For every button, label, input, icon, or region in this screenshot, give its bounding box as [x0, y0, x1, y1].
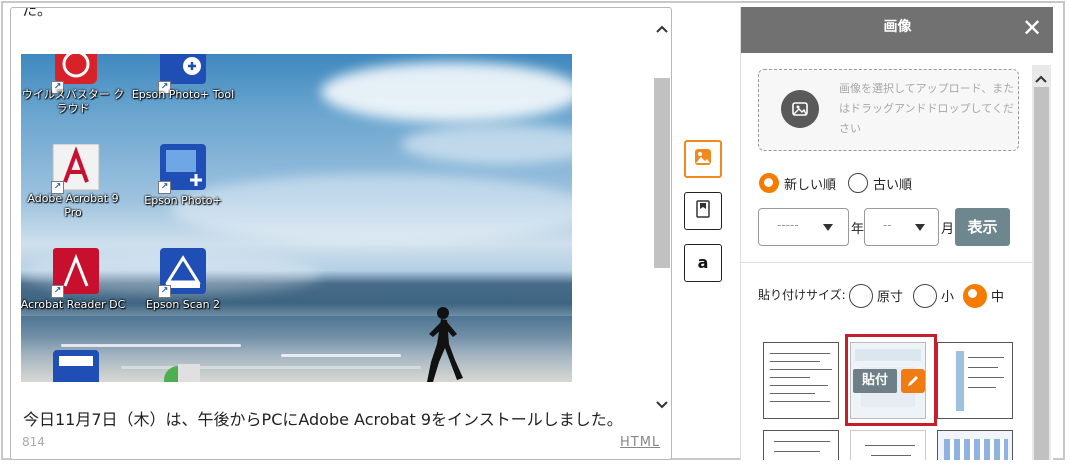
- paste-size-label: 貼り付けサイズ:: [758, 288, 846, 302]
- year-suffix: 年: [851, 222, 865, 237]
- upload-dropzone[interactable]: 画像を選択してアップロード、またはドラッグアンドドロップしてください: [758, 69, 1019, 151]
- acrobat-reader-icon: ↗: [51, 248, 101, 298]
- desktop-icon-label: Epson Photo+: [144, 194, 222, 207]
- sort-newest-label: 新しい順: [784, 178, 837, 193]
- image-thumbnail[interactable]: [850, 430, 926, 460]
- sort-oldest-label: 古い順: [873, 178, 913, 193]
- character-count: 814: [22, 435, 45, 449]
- year-select[interactable]: -----: [758, 208, 849, 246]
- close-icon[interactable]: ✕: [1018, 13, 1046, 43]
- image-upload-icon: [781, 90, 819, 128]
- scroll-up-icon[interactable]: [1034, 69, 1048, 88]
- chevron-down-icon: [915, 224, 925, 231]
- amazon-tool-button[interactable]: a: [684, 244, 722, 282]
- runner-silhouette: [427, 307, 463, 382]
- image-thumbnail[interactable]: [763, 342, 839, 419]
- paste-size-original-label: 原寸: [877, 290, 904, 305]
- paste-size-medium-label: 中: [991, 290, 1005, 305]
- epson-photo-icon: ↗: [158, 144, 208, 194]
- inserted-screenshot-image: ↗ ウイルスバスター クラウド ↗ Epson Photo+ Tool ↗ Ad…: [21, 54, 572, 382]
- epson-scan-icon: ↗: [158, 248, 208, 298]
- chevron-down-icon: [823, 224, 833, 231]
- sort-oldest-radio[interactable]: [848, 173, 868, 193]
- paste-size-original-radio[interactable]: [849, 284, 873, 308]
- paste-size-small-label: 小: [941, 290, 955, 305]
- desktop-icon-label: Acrobat Reader DC: [21, 298, 126, 311]
- scroll-up-icon[interactable]: [652, 22, 671, 38]
- html-mode-link[interactable]: HTML: [620, 435, 660, 450]
- desktop-icon-label: ウイルスバスター クラウド: [21, 88, 125, 115]
- image-icon: [694, 148, 712, 170]
- app-icon-partial: [158, 360, 208, 382]
- month-select[interactable]: --: [864, 208, 939, 246]
- paste-size-medium-radio[interactable]: [963, 284, 987, 308]
- panel-title: 画像: [883, 19, 912, 35]
- image-thumbnail[interactable]: [937, 342, 1013, 419]
- upload-instruction: 画像を選択してアップロード、またはドラッグアンドドロップしてください: [839, 82, 1015, 135]
- amazon-icon: a: [697, 253, 709, 272]
- image-thumbnail[interactable]: [763, 430, 839, 460]
- desktop-icon-label: Epson Scan 2: [145, 298, 221, 311]
- desktop-icon-label: Epson Photo+ Tool: [131, 88, 235, 101]
- panel-scrollbar-thumb[interactable]: [1034, 87, 1049, 460]
- show-button[interactable]: 表示: [955, 208, 1010, 246]
- desktop-icon-label: Adobe Acrobat 9 Pro: [27, 192, 119, 219]
- image-tool-button[interactable]: [684, 140, 722, 178]
- pencil-edit-icon[interactable]: [901, 369, 925, 393]
- paste-button[interactable]: 貼付: [853, 369, 897, 393]
- month-suffix: 月: [941, 222, 955, 237]
- adobe-acrobat-icon: ↗: [51, 143, 101, 194]
- bookmark-tool-button[interactable]: [684, 192, 722, 230]
- editor-cut-text: た。: [22, 7, 53, 19]
- scroll-down-icon[interactable]: [652, 398, 671, 414]
- editor-scrollbar-thumb[interactable]: [654, 78, 670, 268]
- bookmark-icon: [695, 200, 711, 222]
- beach-shore: [21, 316, 572, 382]
- app-icon-partial: [51, 350, 101, 382]
- paste-size-small-radio[interactable]: [913, 284, 937, 308]
- divider: [741, 262, 1032, 263]
- editor-body-text: 今日11月7日（木）は、午後からPCにAdobe Acrobat 9をインストー…: [23, 410, 623, 429]
- image-thumbnail[interactable]: [937, 430, 1013, 460]
- image-panel: 画像 ✕ 画像を選択してアップロード、またはドラッグアンドドロップしてください …: [740, 7, 1053, 460]
- sort-newest-radio[interactable]: [759, 173, 779, 193]
- editor-area[interactable]: た。 ↗ ウイルスバスター クラウド ↗ Epson Photo+ Tool ↗: [10, 7, 672, 460]
